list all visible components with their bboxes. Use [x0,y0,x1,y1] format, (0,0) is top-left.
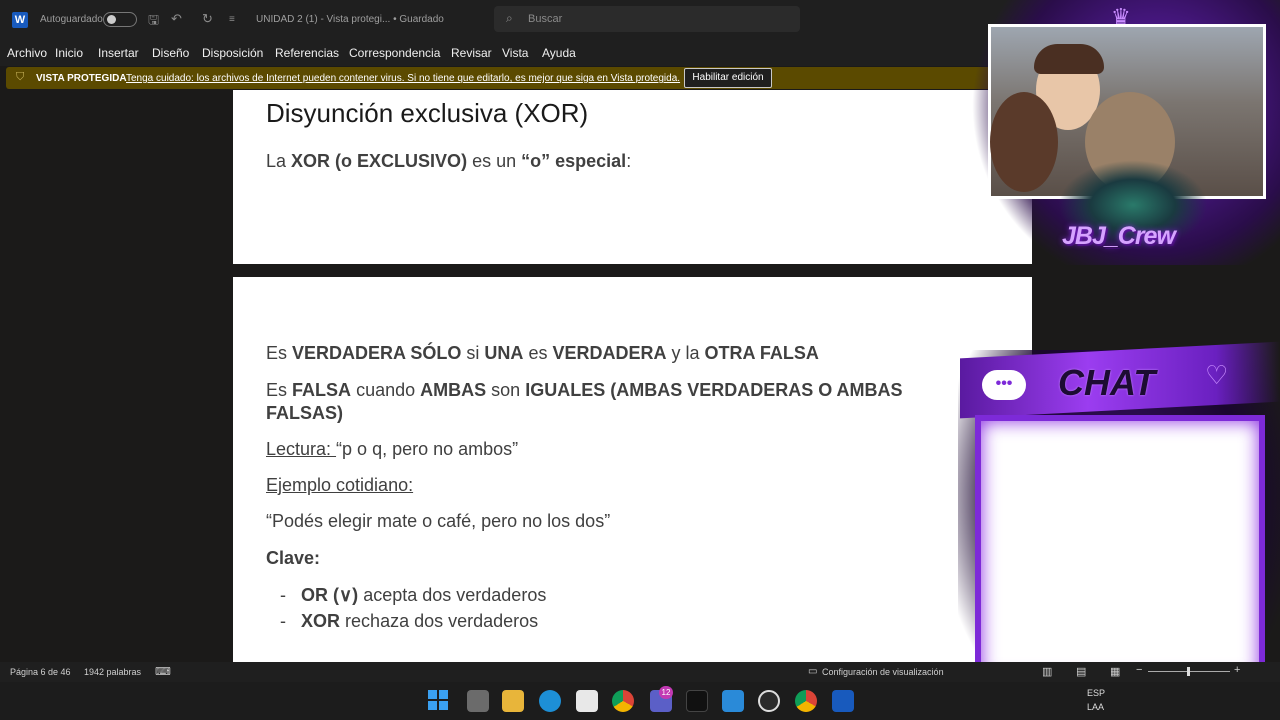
notification-badge: 12 [659,686,673,699]
zoom-out-icon[interactable]: − [1136,664,1142,676]
tab-insertar[interactable]: Insertar [98,46,139,60]
crew-logo-text: JBJ_Crew [1062,222,1176,250]
word-taskbar-icon[interactable] [832,690,854,712]
crown-icon: ♛ [1111,4,1131,29]
capcut-icon[interactable] [686,690,708,712]
zoom-slider-thumb[interactable] [1187,667,1190,676]
display-settings-icon: ▭ [808,666,818,677]
document-title[interactable]: UNIDAD 2 (1) - Vista protegi... • Guarda… [256,14,444,25]
search-placeholder: Buscar [528,13,563,25]
ejemplo-label: Ejemplo cotidiano: [266,475,414,495]
word-app-icon: W [12,12,28,28]
chat-title: CHAT [1058,362,1156,403]
tab-revisar[interactable]: Revisar [451,46,492,60]
chrome-profile-icon[interactable] [795,690,817,712]
heart-icon: ♡ [1205,360,1229,390]
definition-line-true: Es VERDADERA SÓLO si UNA es VERDADERA y … [266,343,819,363]
tab-ayuda[interactable]: Ayuda [542,46,576,60]
save-icon[interactable]: 🖫 [148,11,159,33]
display-settings-button[interactable]: Configuración de visualización [822,667,944,677]
read-mode-icon[interactable]: ▥ [1042,665,1052,678]
list-item: - OR (∨) acepta dos verdaderos [280,585,547,605]
redo-icon[interactable]: ↻ [202,11,213,27]
customize-quick-access-icon[interactable]: ≡ [229,14,235,25]
store-icon[interactable] [576,690,598,712]
chat-bubble-icon: ••• [982,370,1026,400]
tab-referencias[interactable]: Referencias [275,46,339,60]
keyboard-layout-indicator[interactable]: LAA [1087,702,1104,712]
streamer-hair [1034,44,1104,74]
web-layout-icon[interactable]: ▦ [1110,665,1120,678]
undo-icon[interactable]: ↶ [171,11,182,27]
search-icon: ⌕ [506,11,513,25]
zoom-in-icon[interactable]: + [1234,664,1240,676]
accessibility-icon[interactable]: ⌨ [155,665,171,678]
edge-icon[interactable] [539,690,561,712]
intro-paragraph: La XOR (o EXCLUSIVO) es un “o” especial: [266,151,632,171]
page-count[interactable]: Página 6 de 46 [10,667,71,677]
task-view-icon[interactable] [467,690,489,712]
definition-line-false-cont: FALSAS) [266,403,344,423]
autosave-label: Autoguardado [40,14,103,25]
file-explorer-icon[interactable] [502,690,524,712]
windows-start-icon[interactable] [428,690,448,710]
obs-icon[interactable] [758,690,780,712]
tab-vista[interactable]: Vista [502,46,528,60]
chat-panel [975,415,1265,685]
lectura-line: Lectura: “p o q, pero no ambos” [266,439,519,459]
ejemplo-text: “Podés elegir mate o café, pero no los d… [266,511,611,531]
definition-line-false: Es FALSA cuando AMBAS son IGUALES (AMBAS… [266,380,903,400]
protected-view-message[interactable]: Tenga cuidado: los archivos de Internet … [126,73,680,84]
chrome-icon[interactable] [612,690,634,712]
autosave-toggle[interactable] [103,12,137,27]
viewer-left [990,92,1058,192]
print-layout-icon[interactable]: ▤ [1076,665,1086,678]
vscode-icon[interactable] [722,690,744,712]
tab-archivo[interactable]: Archivo [7,46,47,60]
language-indicator[interactable]: ESP [1087,688,1105,698]
clave-label: Clave: [266,548,321,568]
protected-view-label: VISTA PROTEGIDA [36,73,127,84]
shield-icon: ⛉ [16,71,25,83]
tab-inicio[interactable]: Inicio [55,46,83,60]
tab-diseno[interactable]: Diseño [152,46,189,60]
tab-disposicion[interactable]: Disposición [202,46,263,60]
list-item: - XOR rechaza dos verdaderos [280,611,539,631]
enable-editing-button[interactable]: Habilitar edición [684,68,772,88]
section-heading: Disyunción exclusiva (XOR) [266,98,589,128]
tab-correspondencia[interactable]: Correspondencia [349,46,440,60]
word-count[interactable]: 1942 palabras [84,667,141,677]
status-bar [0,662,1280,682]
